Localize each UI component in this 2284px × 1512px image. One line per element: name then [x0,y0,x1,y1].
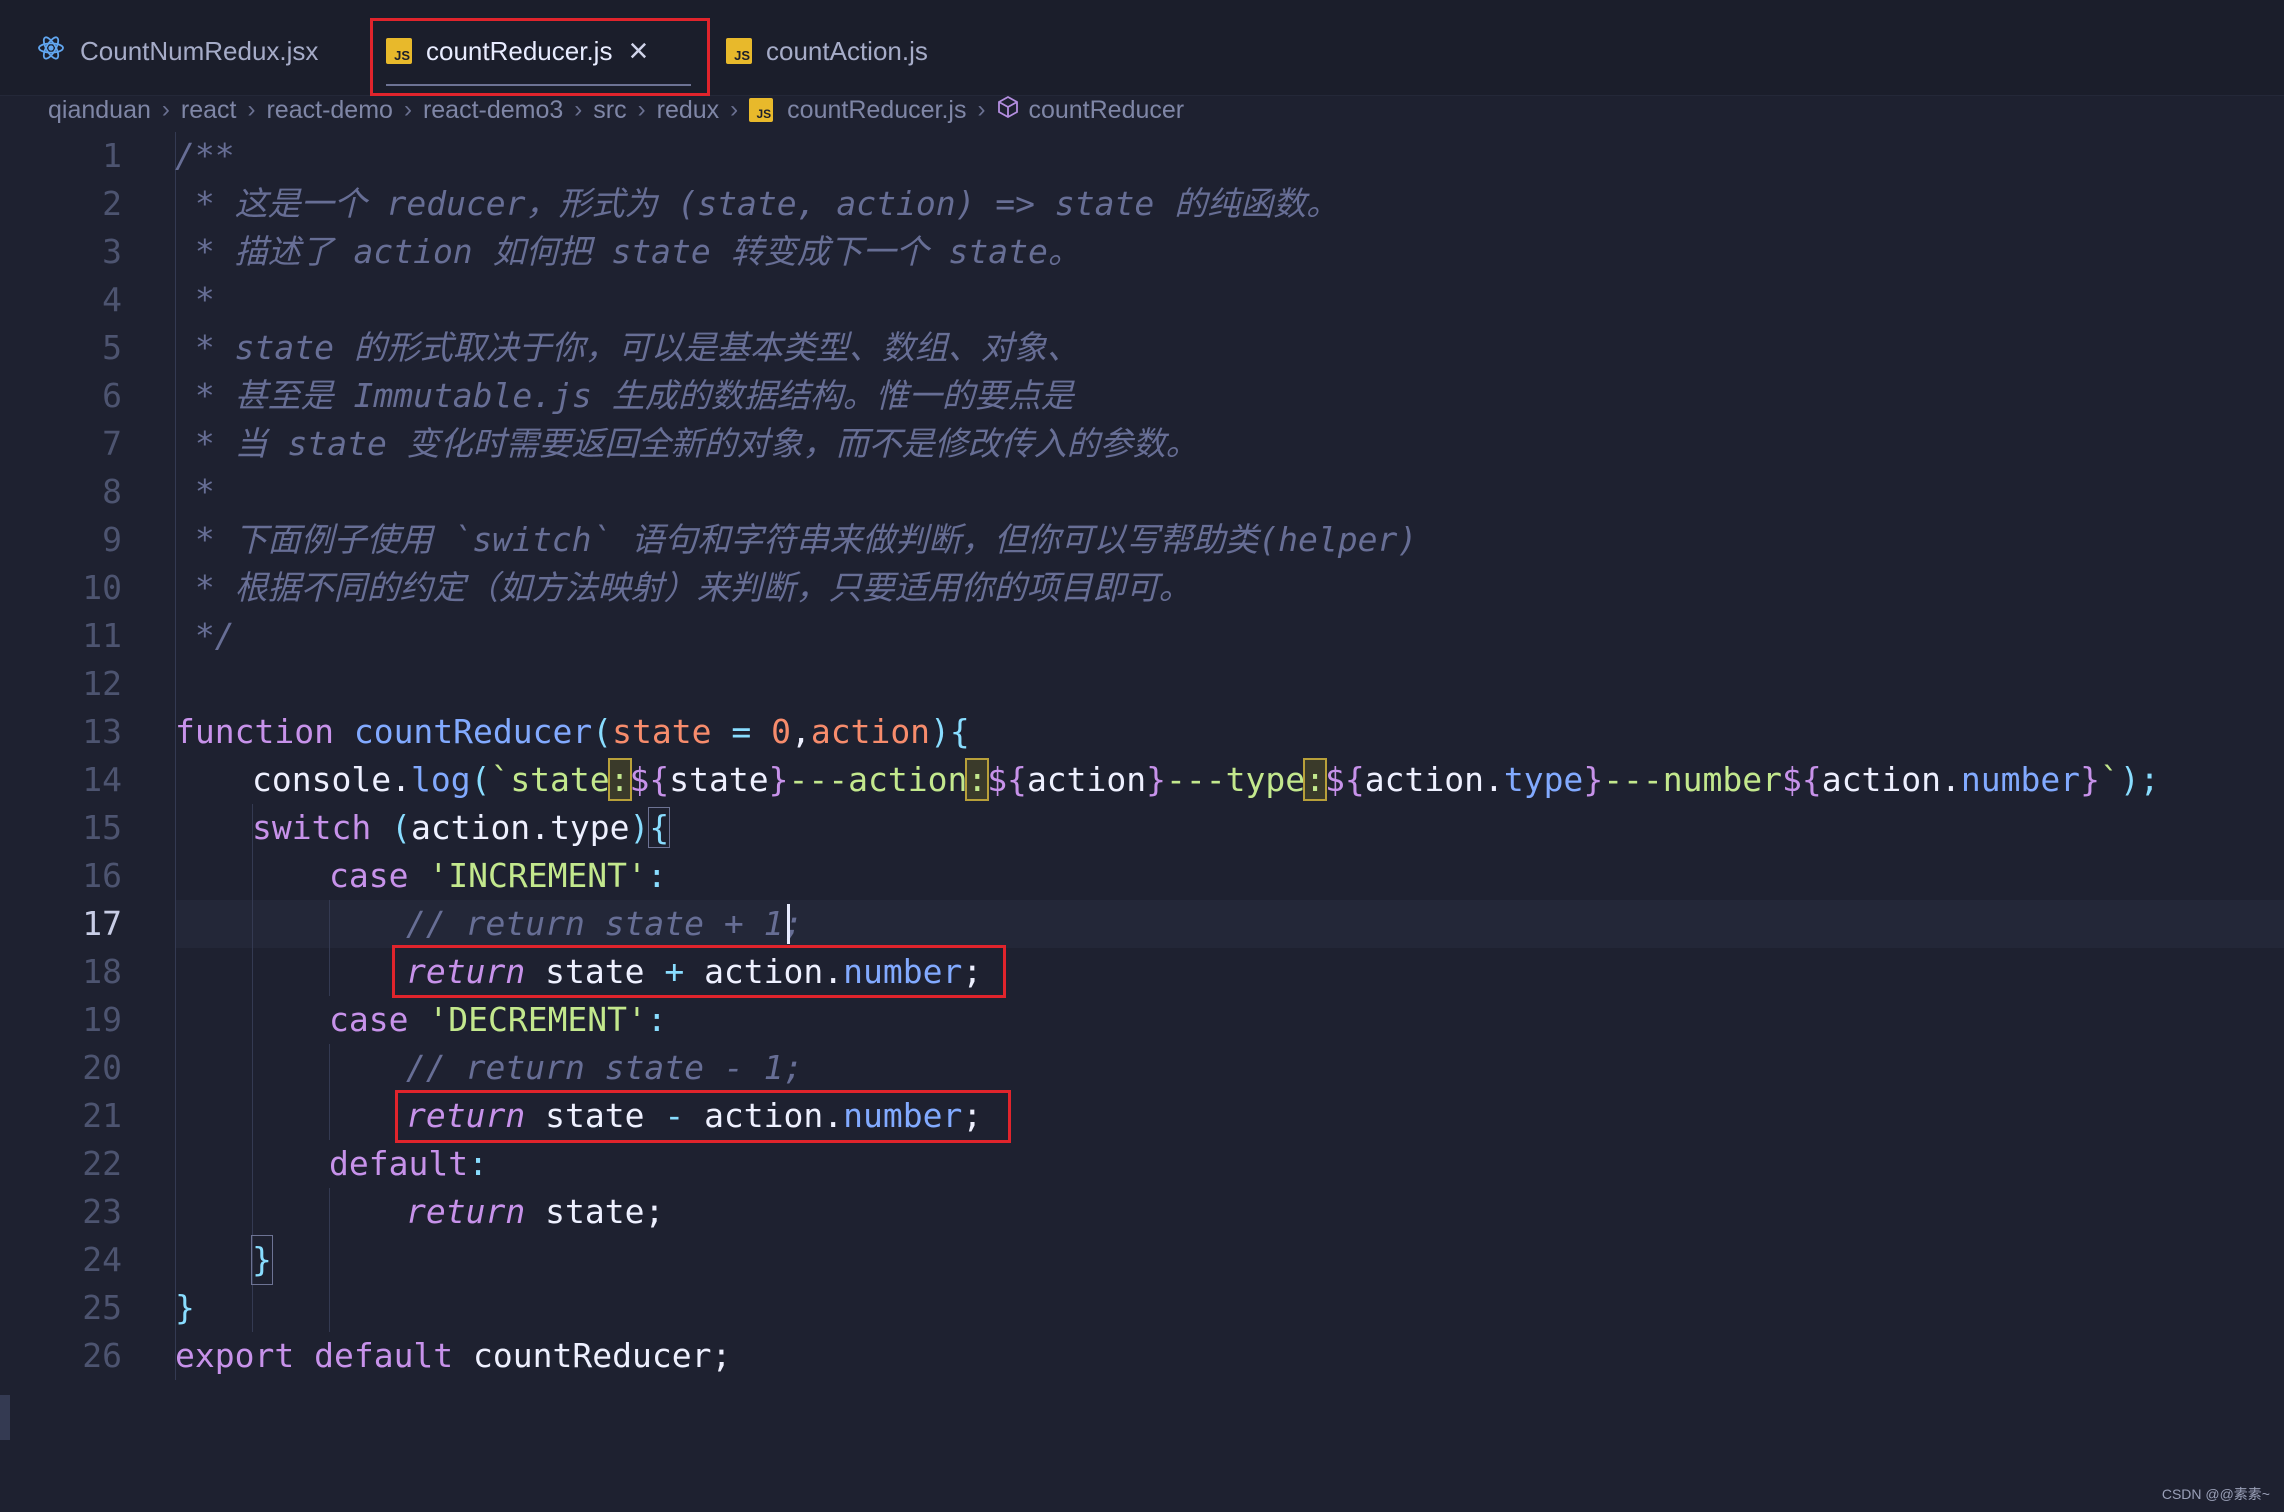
code-default: default: [329,1144,488,1183]
code-comment: * 描述了 action 如何把 state 转变成下一个 state。 [175,232,1081,271]
breadcrumb-file[interactable]: JS countReducer.js [749,96,966,125]
breadcrumb-file-label: countReducer.js [787,95,967,124]
code-console-log: console.log(`state:${state}---action:${a… [252,758,2160,801]
code-case-increment: case 'INCREMENT': [329,856,667,895]
code-comment: // return state - 1; [406,1048,804,1087]
highlight-box [395,1090,1011,1143]
react-icon [36,33,66,70]
code-comment: * 当 state 变化时需要返回全新的对象，而不是修改传入的参数。 [175,424,1199,463]
code-function-signature: function countReducer(state = 0,action){ [175,712,970,751]
breadcrumb: qianduan › react › react-demo › react-de… [48,90,1184,130]
code-comment: * [175,280,215,319]
code-comment: * 甚至是 Immutable.js 生成的数据结构。惟一的要点是 [175,376,1074,415]
code-comment: // return state + 1; [406,904,804,943]
code-comment: * [175,472,215,511]
code-editor[interactable]: 1 2 3 4 5 6 7 8 9 10 11 12 13 14 15 16 1… [0,132,2284,1512]
code-export: export default countReducer; [175,1336,732,1375]
breadcrumb-item[interactable]: src [593,96,626,125]
breadcrumb-item[interactable]: qianduan [48,96,151,125]
tab-label: countAction.js [766,35,928,66]
code-return-state: return state; [406,1192,665,1231]
code-comment: * 根据不同的约定（如方法映射）来判断，只要适用你的项目即可。 [175,568,1192,607]
breadcrumb-item[interactable]: react-demo [266,96,392,125]
chevron-right-icon: › [247,96,256,123]
code-switch: switch (action.type){ [252,807,671,848]
tab-countaction[interactable]: JS countAction.js [726,18,928,84]
tab-bar: CountNumRedux.jsx JS countReducer.js × J… [0,0,2284,96]
chevron-right-icon: › [161,96,170,123]
highlight-box [370,18,710,96]
code-comment: */ [175,616,235,655]
code-case-decrement: case 'DECREMENT': [329,1000,667,1039]
breadcrumb-item[interactable]: redux [657,96,720,125]
tab-countnumredux[interactable]: CountNumRedux.jsx [36,18,318,84]
text-cursor [787,904,790,944]
colon-highlight: : [965,758,990,801]
code-comment: * 下面例子使用 `switch` 语句和字符串来做判断，但你可以写帮助类(he… [175,520,1418,559]
code-close-brace: } [175,1288,195,1327]
breadcrumb-symbol-label: countReducer [1028,95,1185,124]
scrollbar-marker [0,1395,10,1440]
breadcrumb-item[interactable]: react-demo3 [423,96,563,125]
watermark: CSDN @@素素~ [2161,1486,2270,1502]
chevron-right-icon: › [637,96,646,123]
js-file-icon: JS [726,38,752,64]
line-number: 12 [82,664,122,703]
code-comment: * state 的形式取决于你，可以是基本类型、数组、对象、 [175,328,1080,367]
chevron-right-icon: › [403,96,412,123]
code-close-brace: } [251,1235,273,1285]
chevron-right-icon: › [574,96,583,123]
chevron-right-icon: › [730,96,739,123]
code-comment: * 这是一个 reducer，形式为 (state, action) => st… [175,184,1340,223]
colon-highlight: : [607,758,632,801]
breadcrumb-symbol[interactable]: countReducer [996,95,1184,126]
js-file-icon: JS [749,98,774,122]
tab-label: CountNumRedux.jsx [80,35,319,66]
colon-highlight: : [1303,758,1327,801]
breadcrumb-item[interactable]: react [181,96,237,125]
code-comment: /** [175,136,235,175]
chevron-right-icon: › [977,96,986,123]
highlight-box [392,945,1006,998]
cube-icon [996,95,1020,126]
